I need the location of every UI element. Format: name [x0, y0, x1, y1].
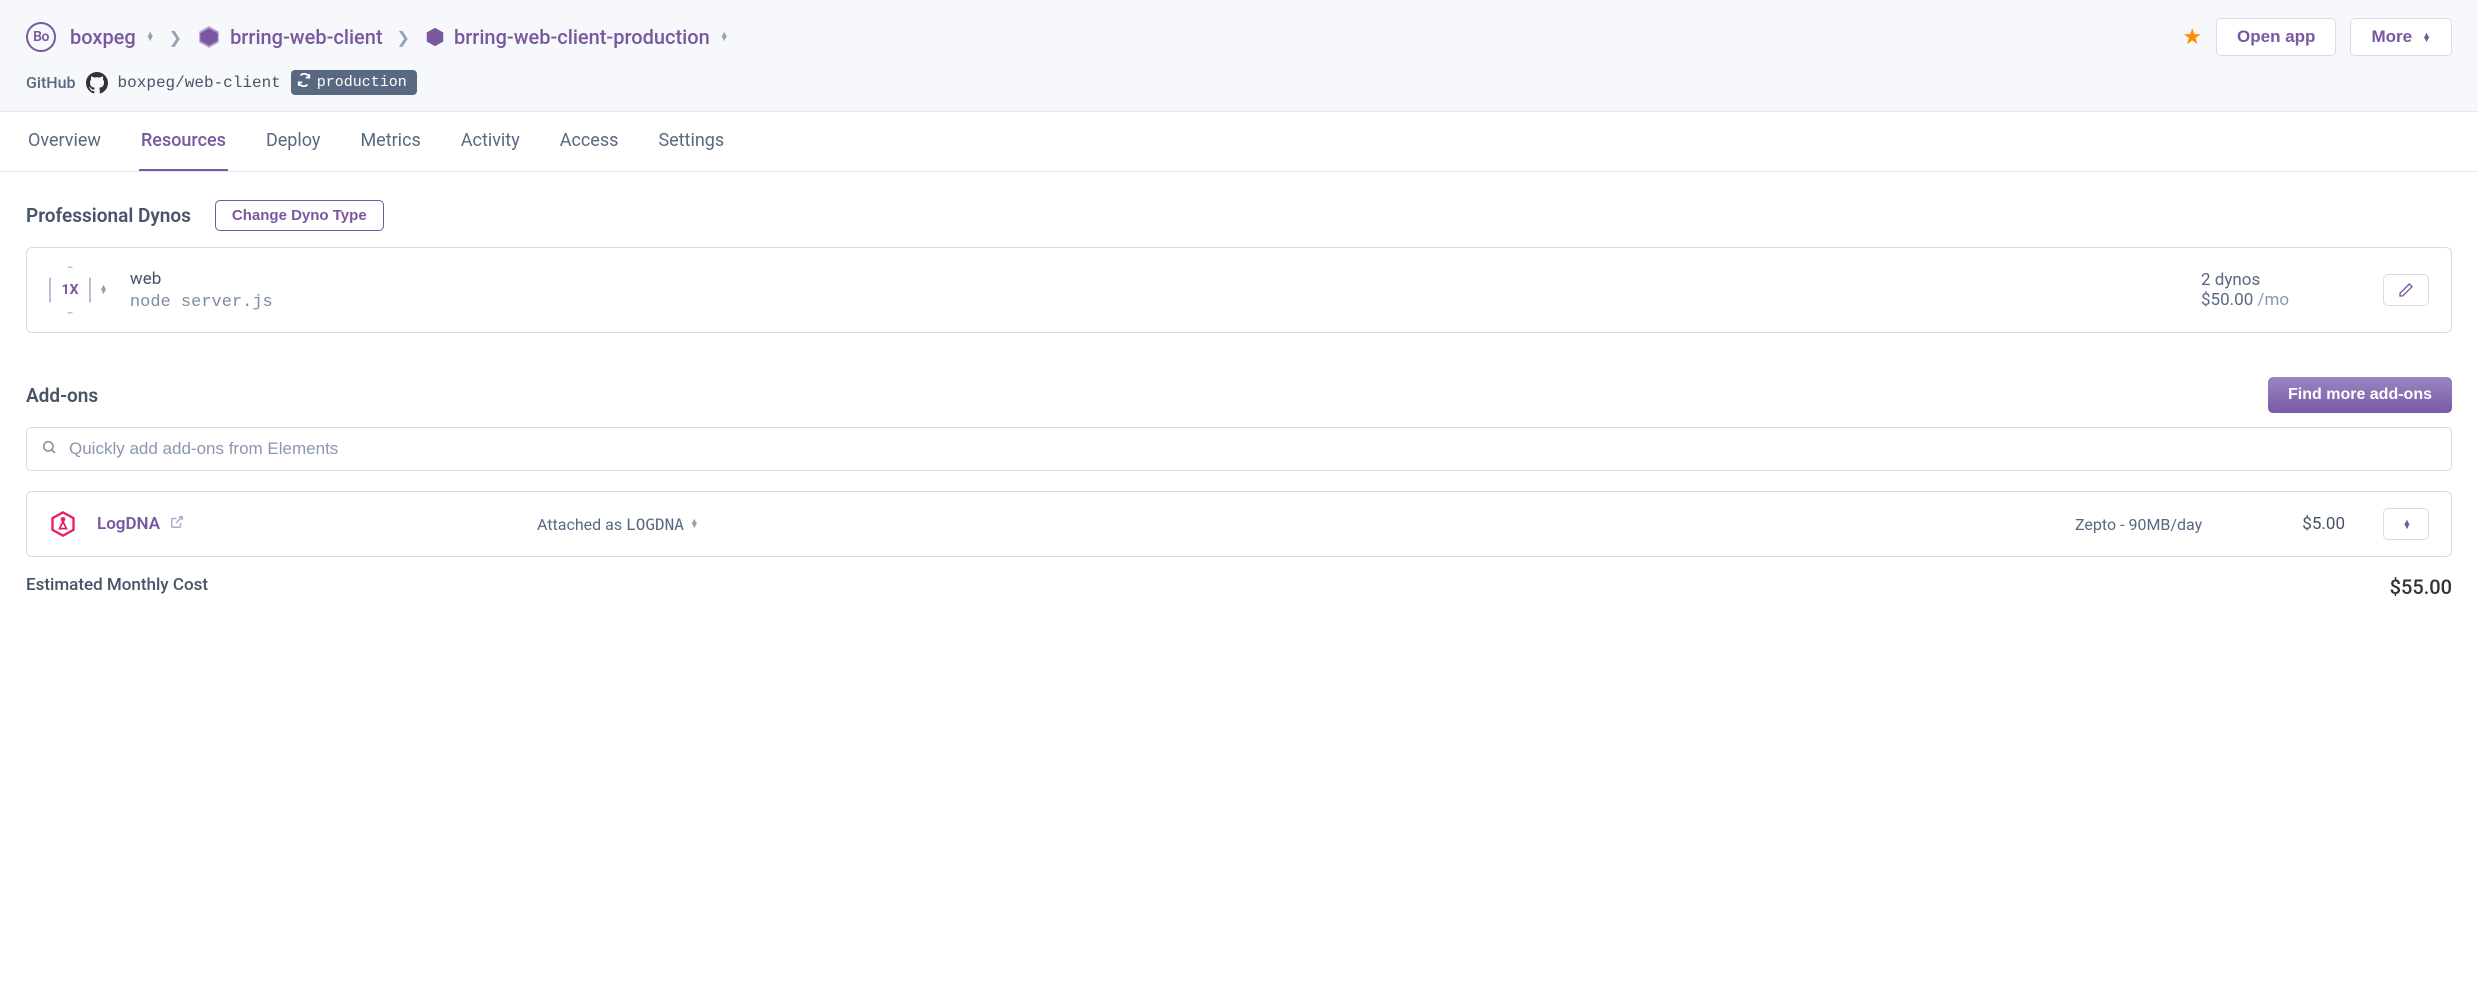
tab-settings[interactable]: Settings — [656, 112, 726, 171]
chevron-updown-icon: ▲▼ — [2422, 33, 2431, 41]
dyno-command: node server.js — [130, 293, 2179, 312]
chevron-updown-icon: ▲▼ — [720, 33, 729, 41]
chevron-updown-icon: ▲▼ — [690, 520, 699, 528]
breadcrumb-org[interactable]: boxpeg ▲▼ — [70, 25, 155, 49]
org-avatar[interactable]: Bo — [26, 22, 56, 52]
tab-access[interactable]: Access — [558, 112, 621, 171]
dyno-cost-amount: $50.00 — [2201, 290, 2253, 310]
tab-deploy[interactable]: Deploy — [264, 112, 323, 171]
chevron-right-icon: ❯ — [169, 28, 182, 47]
env-pill[interactable]: production — [291, 70, 417, 95]
addon-actions-button[interactable]: ▲▼ — [2383, 508, 2429, 540]
addons-section-head: Add-ons Find more add-ons — [26, 377, 2452, 413]
addon-attach-alias: LOGDNA — [626, 515, 684, 534]
chevron-right-icon: ❯ — [397, 28, 410, 47]
pipeline-hex-icon — [196, 24, 222, 50]
dyno-card: 1X ▲▼ web node server.js 2 dynos $50.00 … — [26, 247, 2452, 333]
addon-name[interactable]: LogDNA — [97, 514, 517, 534]
dyno-cost: $50.00 /mo — [2201, 290, 2301, 310]
addon-card: LogDNA Attached as LOGDNA ▲▼ Zepto - 90M… — [26, 491, 2452, 557]
breadcrumb-pipeline[interactable]: brring-web-client — [196, 24, 382, 50]
pencil-icon — [2398, 282, 2414, 298]
dyno-row: 1X ▲▼ web node server.js 2 dynos $50.00 … — [27, 248, 2451, 332]
app-hex-icon — [424, 26, 446, 48]
dyno-info: web node server.js — [130, 269, 2179, 312]
star-icon[interactable]: ★ — [2182, 25, 2202, 50]
breadcrumb-app[interactable]: brring-web-client-production ▲▼ — [424, 25, 729, 49]
logdna-logo-icon — [49, 510, 77, 538]
env-pill-label: production — [317, 74, 407, 91]
change-dyno-type-button[interactable]: Change Dyno Type — [215, 200, 384, 231]
addon-cost: $5.00 — [2275, 514, 2345, 534]
dyno-process-name: web — [130, 269, 2179, 289]
addon-row: LogDNA Attached as LOGDNA ▲▼ Zepto - 90M… — [27, 492, 2451, 556]
breadcrumb-org-label: boxpeg — [70, 25, 136, 49]
more-button[interactable]: More ▲▼ — [2350, 18, 2452, 56]
dyno-count: 2 dynos — [2201, 270, 2301, 290]
dyno-meta: 2 dynos $50.00 /mo — [2201, 270, 2301, 310]
find-more-addons-button[interactable]: Find more add-ons — [2268, 377, 2452, 413]
chevron-updown-icon: ▲▼ — [146, 33, 155, 41]
addon-attach-prefix: Attached as — [537, 515, 622, 534]
external-link-icon — [170, 514, 184, 534]
addon-attachment[interactable]: Attached as LOGDNA ▲▼ — [537, 515, 2055, 534]
dynos-section-head: Professional Dynos Change Dyno Type — [26, 200, 2452, 231]
addon-plan: Zepto - 90MB/day — [2075, 515, 2255, 534]
breadcrumb: Bo boxpeg ▲▼ ❯ brring-web-client ❯ brrin… — [26, 22, 729, 52]
github-repo[interactable]: boxpeg/web-client — [118, 74, 281, 92]
edit-dyno-button[interactable] — [2383, 274, 2429, 306]
chevron-updown-icon: ▲▼ — [99, 286, 108, 294]
dyno-size-selector[interactable]: 1X ▲▼ — [49, 266, 108, 314]
github-label: GitHub — [26, 73, 76, 92]
tab-resources[interactable]: Resources — [139, 112, 228, 171]
github-row: GitHub boxpeg/web-client production — [26, 70, 2452, 111]
tabs: Overview Resources Deploy Metrics Activi… — [0, 112, 2478, 172]
sync-icon — [297, 73, 311, 92]
dynos-title: Professional Dynos — [26, 204, 191, 227]
breadcrumb-pipeline-label: brring-web-client — [230, 25, 382, 49]
cost-summary-label: Estimated Monthly Cost — [26, 575, 208, 599]
tab-activity[interactable]: Activity — [459, 112, 522, 171]
header-actions: ★ Open app More ▲▼ — [2182, 18, 2452, 56]
breadcrumb-app-label: brring-web-client-production — [454, 25, 710, 49]
tab-metrics[interactable]: Metrics — [358, 112, 422, 171]
github-icon — [86, 72, 108, 94]
chevron-updown-icon: ▲▼ — [2403, 520, 2412, 528]
cost-summary: Estimated Monthly Cost $55.00 — [26, 575, 2452, 599]
app-header: Bo boxpeg ▲▼ ❯ brring-web-client ❯ brrin… — [0, 0, 2478, 112]
dyno-size-badge: 1X — [49, 266, 91, 314]
addons-search-input[interactable] — [67, 438, 2437, 460]
content: Professional Dynos Change Dyno Type 1X ▲… — [0, 172, 2478, 619]
breadcrumb-row: Bo boxpeg ▲▼ ❯ brring-web-client ❯ brrin… — [26, 18, 2452, 56]
addon-name-label: LogDNA — [97, 514, 160, 534]
search-icon — [41, 439, 57, 459]
addons-search[interactable] — [26, 427, 2452, 471]
cost-summary-value: $55.00 — [2390, 575, 2452, 599]
tab-overview[interactable]: Overview — [26, 112, 103, 171]
addons-title: Add-ons — [26, 384, 98, 407]
more-button-label: More — [2371, 27, 2412, 47]
open-app-button[interactable]: Open app — [2216, 18, 2336, 56]
dyno-cost-suffix: /mo — [2257, 290, 2289, 310]
